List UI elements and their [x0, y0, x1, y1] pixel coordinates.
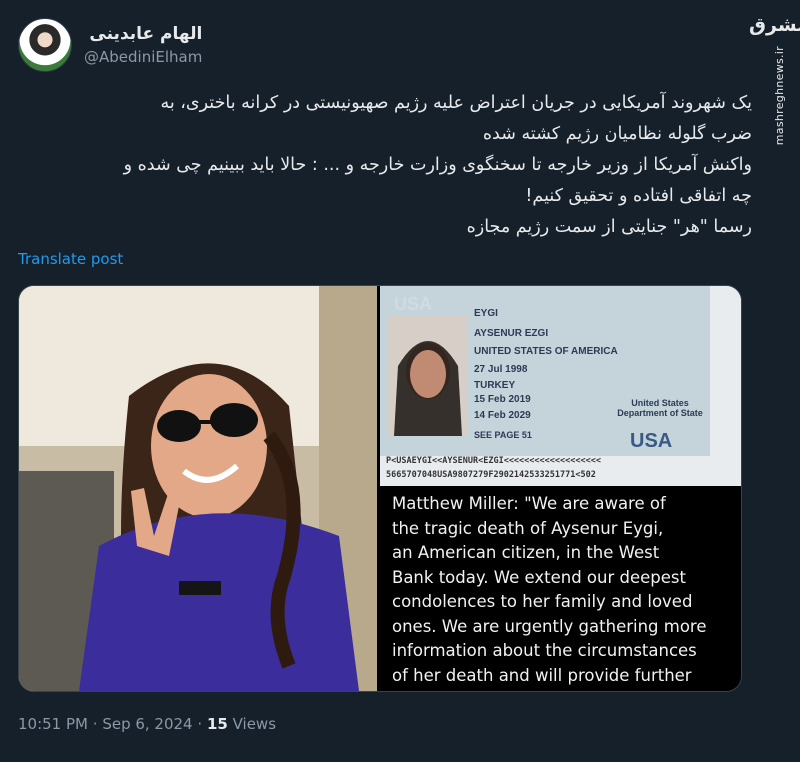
passport-footer-mark: USA: [630, 430, 673, 452]
passport-birth-date: 27 Jul 1998: [474, 364, 528, 375]
statement-line: Bank today. We extend our deepest: [392, 567, 686, 587]
source-watermark: مشرق mashreghnews.ir: [749, 0, 800, 762]
tweet-time[interactable]: 10:51 PM: [18, 715, 88, 733]
statement-line: Matthew Miller: "We are aware of: [392, 494, 666, 513]
tweet-line: یک شهروند آمریکایی در جریان اعتراض علیه …: [160, 93, 752, 113]
passport-surname: EYGI: [474, 308, 498, 319]
avatar[interactable]: [18, 18, 72, 72]
statement-line: of her death and will provide further: [392, 665, 692, 685]
tweet-line: ضرب گلوله نظامیان رژیم کشته شده: [482, 124, 752, 144]
tweet-line: رسما "هر" جنایتی از سمت رژیم مجازه: [466, 217, 752, 237]
statement-line: condolences to her family and loved: [392, 592, 693, 611]
passport-expiry-date: 14 Feb 2029: [474, 410, 531, 421]
media-attachment[interactable]: USA EYGI AYSENUR EZGI UNITED STATES OF A…: [18, 285, 742, 692]
statement-image: Matthew Miller: "We are aware of the tra…: [380, 486, 741, 691]
passport-birth-place: TURKEY: [474, 380, 516, 391]
translate-post-link[interactable]: Translate post: [18, 250, 123, 268]
watermark-url: mashreghnews.ir: [772, 46, 786, 146]
portrait-photo: [19, 286, 377, 691]
passport-photo: USA EYGI AYSENUR EZGI UNITED STATES OF A…: [380, 286, 741, 486]
passport-header: USA: [394, 294, 433, 314]
statement-line: an American citizen, in the West: [392, 543, 660, 562]
tweet-meta: 10:51 PM · Sep 6, 2024 · 15 Views: [18, 715, 276, 733]
passport-mrz-line-1: P<USAEYGI<<AYSENUR<EZGI<<<<<<<<<<<<<<<<<…: [386, 456, 601, 466]
views-label: Views: [232, 715, 277, 733]
statement-line: the tragic death of Aysenur Eygi,: [392, 518, 664, 538]
tweet-line: واکنش آمریکا از وزیر خارجه تا سخنگوی وزا…: [123, 155, 752, 175]
passport-given-names: AYSENUR EZGI: [474, 328, 549, 339]
author-display-name[interactable]: الهام عابدینی: [84, 24, 202, 44]
statement-line: information about the circumstances: [392, 641, 697, 660]
author-handle[interactable]: @AbediniElham: [84, 48, 202, 66]
tweet-text: یک شهروند آمریکایی در جریان اعتراض علیه …: [32, 88, 752, 243]
tweet-header: الهام عابدینی @AbediniElham: [18, 18, 202, 72]
passport-endorsement: SEE PAGE 51: [474, 430, 532, 440]
separator-dot: ·: [92, 715, 103, 733]
passport-authority: United States Department of State: [617, 398, 703, 418]
views-count: 15: [206, 715, 228, 733]
statement-line: ones. We are urgently gathering more: [392, 616, 707, 636]
passport-issue-date: 15 Feb 2019: [474, 394, 531, 405]
tweet-line: چه اتفاقی افتاده و تحقیق کنیم!: [525, 186, 752, 206]
tweet-date[interactable]: Sep 6, 2024: [102, 715, 192, 733]
statement-text: Matthew Miller: "We are aware of the tra…: [392, 492, 737, 688]
watermark-logo: مشرق: [749, 14, 800, 36]
passport-mrz-line-2: 5665707048USA9807279F2902142533251771<50…: [386, 470, 596, 480]
separator-dot: ·: [197, 715, 207, 733]
passport-nationality: UNITED STATES OF AMERICA: [474, 346, 618, 357]
